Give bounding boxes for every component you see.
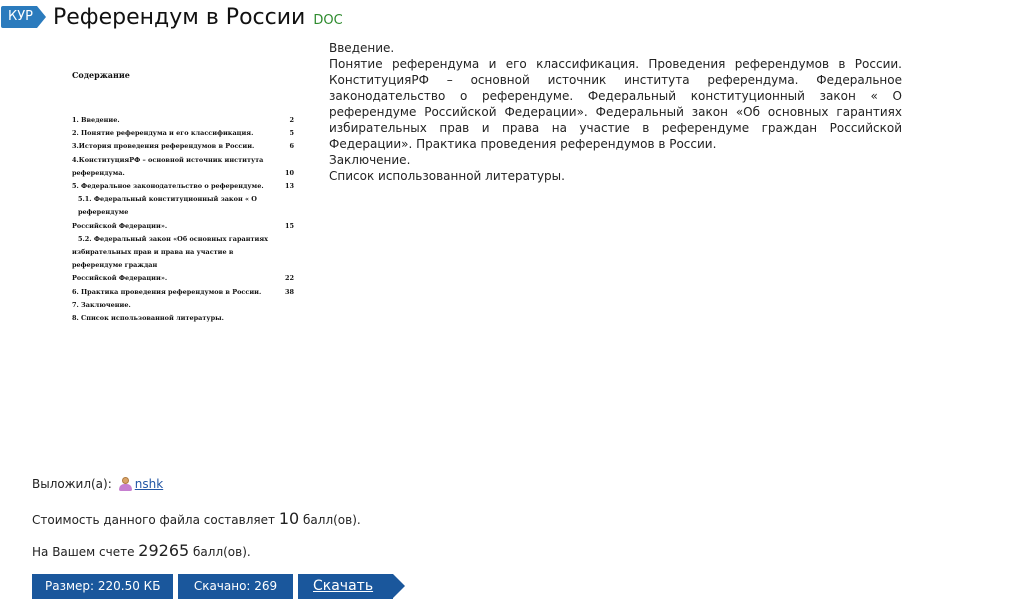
toc-item: 5.2. Федеральный закон «Об основных гара… — [78, 234, 268, 243]
download-count-badge: Скачано: 269 — [178, 574, 293, 599]
balance-prefix: На Вашем счете — [32, 545, 135, 559]
toc-item: референдума. 10 — [72, 168, 294, 177]
user-icon — [118, 477, 132, 491]
file-cost: Стоимость данного файла составляет 10 ба… — [32, 509, 361, 528]
doc-type-label: DOC — [313, 12, 343, 28]
uploader-label: Выложил(а): — [32, 477, 112, 491]
toc-item: 3.История проведения референдумов в Росс… — [72, 142, 294, 151]
description-body: Понятие референдума и его классификация.… — [329, 57, 902, 151]
cost-value: 10 — [278, 509, 300, 528]
description-intro: Введение. — [329, 41, 395, 55]
document-description: Введение. Понятие референдума и его клас… — [329, 40, 902, 184]
cost-prefix: Стоимость данного файла составляет — [32, 513, 275, 527]
toc-item: 5. Федеральное законодательство о рефере… — [72, 182, 294, 191]
toc-item: 6. Практика проведения референдумов в Ро… — [72, 287, 294, 296]
cost-suffix: балл(ов). — [303, 513, 361, 527]
balance-value: 29265 — [138, 541, 190, 560]
page-header: КУР Референдум в России DOC — [0, 2, 343, 32]
account-balance: На Вашем счете 29265 балл(ов). — [32, 541, 251, 560]
uploader-info: Выложил(а): nshk — [32, 477, 163, 491]
file-action-bar: Размер: 220.50 КБ Скачано: 269 Скачать — [32, 574, 406, 599]
file-size-badge: Размер: 220.50 КБ — [32, 574, 173, 599]
toc-item: избирательных прав и права на участие в … — [72, 248, 234, 270]
balance-suffix: балл(ов). — [193, 545, 251, 559]
download-button[interactable]: Скачать — [298, 574, 406, 599]
toc-item: 8. Список использованной литературы. — [72, 314, 224, 323]
toc-item: Российской Федерации». 15 — [72, 221, 294, 230]
document-preview: Содержание 1. Введение. 2 2. Понятие рефе… — [58, 70, 308, 325]
table-of-contents: 1. Введение. 2 2. Понятие референдума и е… — [58, 114, 308, 325]
page-title: Референдум в России — [53, 4, 306, 30]
toc-item: 2. Понятие референдума и его классификац… — [72, 129, 294, 138]
preview-heading: Содержание — [72, 70, 130, 80]
description-conclusion: Заключение. — [329, 153, 411, 167]
toc-item: 5.1. Федеральный конституционный закон «… — [78, 195, 257, 217]
uploader-link[interactable]: nshk — [135, 477, 163, 491]
type-badge: КУР — [1, 6, 46, 28]
toc-item: Российской Федерации». 22 — [72, 274, 294, 283]
description-bibliography: Список использованной литературы. — [329, 169, 565, 183]
toc-item: 4.КонституцияРФ – основной источник инст… — [72, 155, 264, 164]
toc-item: 1. Введение. 2 — [72, 116, 294, 124]
toc-item: 7. Заключение. — [72, 300, 131, 309]
